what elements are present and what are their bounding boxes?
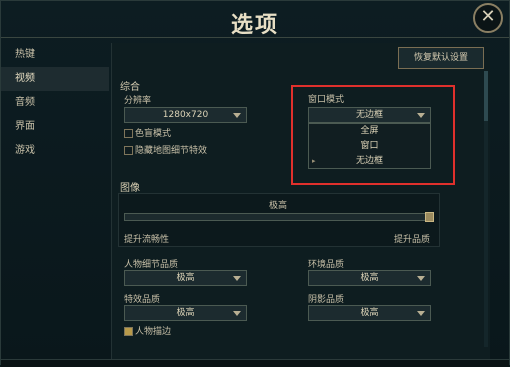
- chevron-down-icon: [417, 311, 425, 316]
- graphics-section-title: 图像: [120, 183, 140, 194]
- resolution-dropdown[interactable]: 1280x720: [124, 107, 247, 123]
- sidebar-item-video[interactable]: 视频: [1, 67, 109, 91]
- sidebar: 热键 视频 音频 界面 游戏: [1, 43, 109, 163]
- character-quality-label: 人物细节品质: [124, 260, 179, 270]
- environment-quality-dropdown[interactable]: 极高: [308, 270, 431, 286]
- performance-label: 提升流畅性: [124, 235, 170, 245]
- chevron-down-icon: [417, 276, 425, 281]
- character-inking-label: 人物描边: [135, 327, 172, 337]
- colorblind-checkbox[interactable]: [124, 129, 133, 138]
- character-quality-dropdown[interactable]: 极高: [124, 270, 247, 286]
- chevron-down-icon: [233, 113, 241, 118]
- scrollbar-thumb[interactable]: [484, 71, 488, 121]
- chevron-down-icon: [233, 276, 241, 281]
- window-mode-label: 窗口模式: [308, 95, 345, 105]
- window-mode-menu: 全屏 窗口 无边框: [308, 123, 431, 169]
- window-mode-option-fullscreen[interactable]: 全屏: [309, 124, 430, 139]
- general-section-title: 综合: [120, 82, 140, 93]
- hide-eye-candy-checkbox[interactable]: [124, 146, 133, 155]
- effects-quality-value: 极高: [176, 308, 195, 318]
- graphics-quality-slider[interactable]: [124, 213, 434, 221]
- chevron-down-icon: [233, 311, 241, 316]
- sidebar-item-interface[interactable]: 界面: [1, 115, 109, 139]
- sidebar-item-audio[interactable]: 音频: [1, 91, 109, 115]
- window-title: 选项: [230, 12, 279, 38]
- window-mode-value: 无边框: [355, 110, 383, 120]
- graphics-slider-handle[interactable]: [425, 212, 434, 222]
- effects-quality-dropdown[interactable]: 极高: [124, 305, 247, 321]
- shadow-quality-value: 极高: [360, 308, 379, 318]
- hide-eye-candy-label: 隐藏地图细节特效: [135, 146, 208, 156]
- window-mode-dropdown[interactable]: 无边框: [308, 107, 431, 123]
- character-inking-checkbox[interactable]: [124, 327, 133, 336]
- title-divider: [1, 37, 509, 38]
- shadow-quality-label: 阴影品质: [308, 295, 345, 305]
- scrollbar[interactable]: [484, 71, 488, 347]
- environment-quality-value: 极高: [360, 273, 379, 283]
- character-quality-value: 极高: [176, 273, 195, 283]
- quality-label: 提升品质: [394, 235, 431, 245]
- options-window: 选项 ✕ 热键 视频 音频 界面 游戏 恢复默认设置 综合 分辨率 1280x7…: [0, 0, 510, 367]
- chevron-down-icon: [417, 113, 425, 118]
- environment-quality-label: 环境品质: [308, 260, 345, 270]
- graphics-quality-value: 极高: [269, 201, 288, 211]
- bottom-bar: [1, 359, 509, 367]
- restore-defaults-button[interactable]: 恢复默认设置: [398, 47, 484, 69]
- window-mode-option-windowed[interactable]: 窗口: [309, 139, 430, 154]
- window-mode-option-borderless[interactable]: 无边框: [309, 154, 430, 169]
- sidebar-item-hotkeys[interactable]: 热键: [1, 43, 109, 67]
- resolution-label: 分辨率: [124, 96, 152, 106]
- colorblind-label: 色盲模式: [135, 129, 172, 139]
- shadow-quality-dropdown[interactable]: 极高: [308, 305, 431, 321]
- resolution-value: 1280x720: [162, 110, 209, 120]
- close-button[interactable]: ✕: [473, 3, 503, 33]
- effects-quality-label: 特效品质: [124, 295, 161, 305]
- sidebar-item-game[interactable]: 游戏: [1, 139, 109, 163]
